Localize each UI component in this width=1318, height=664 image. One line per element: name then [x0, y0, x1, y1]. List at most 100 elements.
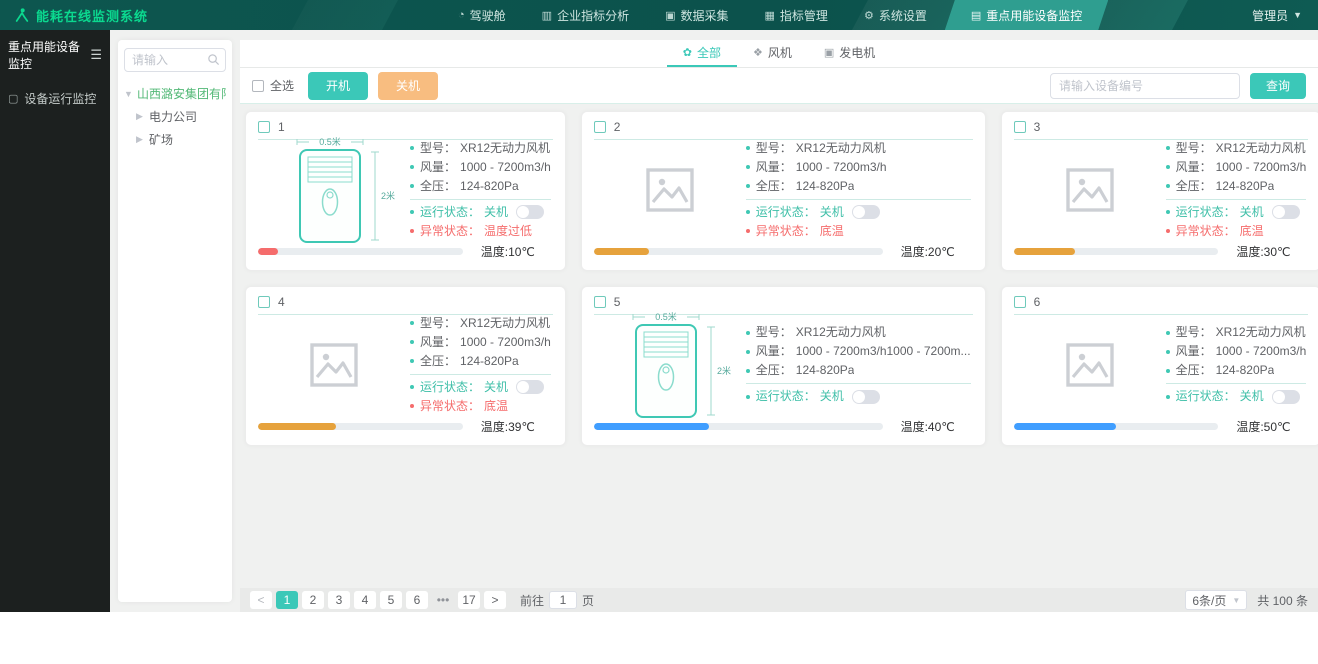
bullet-icon — [410, 359, 414, 363]
tree-node-label: 矿场 — [149, 133, 174, 147]
detail-value: 1000 - 7200m3/h1000 - 7200m... — [795, 344, 971, 358]
device-pressure-row: 全压： 124-820Pa — [410, 352, 551, 371]
device-checkbox[interactable] — [1013, 296, 1026, 308]
goto-page-input[interactable] — [549, 591, 578, 609]
detail-label: 运行状态： — [1175, 389, 1236, 403]
device-checkbox[interactable] — [1013, 121, 1026, 133]
dashboard-icon: ◔ — [458, 9, 465, 21]
device-id: 6 — [1033, 295, 1041, 309]
pager-ellipsis[interactable]: ••• — [432, 591, 454, 609]
tab-label: 风机 — [767, 45, 792, 60]
caret-right-icon: ▶ — [136, 134, 143, 144]
power-on-button[interactable]: 开机 — [308, 71, 369, 100]
page-size-select[interactable]: 6条/页 ▼ — [1185, 590, 1248, 610]
device-monitor-icon: ▢ — [8, 93, 19, 105]
detail-value: 124-820Pa — [460, 178, 519, 193]
tree-node-label: 山西潞安集团有限公司 — [137, 87, 226, 101]
device-card-body: 型号： XR12无动力风机 风量： 1000 - 7200m3/h 全压： 124-820… — [1014, 315, 1309, 414]
detail-label: 风量： — [420, 159, 457, 174]
device-number-input[interactable] — [1049, 72, 1240, 99]
power-off-button[interactable]: 关机 — [378, 71, 439, 100]
tree-node-child-1[interactable]: ▶ 矿场 — [124, 128, 226, 151]
device-type-tabs: ✿ 全部 ❖ 风机 ▣ 发电机 — [240, 40, 1318, 68]
device-pressure-row: 全压： 124-820Pa — [1165, 361, 1307, 380]
temperature-progress-track — [258, 423, 463, 430]
image-placeholder-icon — [1014, 167, 1166, 212]
user-menu[interactable]: 管理员 ▼ — [1252, 7, 1318, 24]
nav-item-data-collection[interactable]: ▣ 数据采集 — [647, 0, 746, 30]
device-card-footer: 温度:39℃ — [258, 418, 553, 435]
tab-generator[interactable]: ▣ 发电机 — [808, 39, 891, 67]
power-toggle[interactable] — [1271, 389, 1300, 404]
pager-next-button[interactable]: > — [484, 591, 506, 609]
device-checkbox[interactable] — [593, 121, 606, 133]
detail-label: 运行状态： — [420, 379, 481, 394]
detail-label: 运行状态： — [755, 389, 816, 403]
detail-label: 型号： — [420, 140, 457, 155]
power-toggle[interactable] — [851, 205, 880, 219]
device-card: 3 型号： XR12无动力风机 风量： 1000 - 7200m3/h 全压： 124-82… — [1000, 111, 1318, 271]
select-all-checkbox[interactable] — [252, 79, 264, 92]
sidebar: 重点用能设备监控 ☰ ▢ 设备运行监控 — [0, 30, 110, 612]
device-checkbox[interactable] — [258, 296, 270, 308]
detail-label: 全压： — [420, 353, 457, 368]
page-size-value: 6条/页 — [1192, 593, 1227, 608]
nav-item-dashboard[interactable]: ◔ 驾驶舱 — [440, 0, 524, 30]
device-checkbox[interactable] — [258, 121, 270, 133]
device-run-status-row: 运行状态： 关机 — [1165, 387, 1307, 406]
power-toggle[interactable] — [851, 389, 880, 404]
sidebar-item-device-monitoring[interactable]: ▢ 设备运行监控 — [0, 82, 110, 115]
bullet-icon — [410, 404, 414, 408]
device-airflow-row: 风量： 1000 - 7200m3/h — [410, 333, 551, 352]
detail-value: 1000 - 7200m3/h — [1215, 159, 1307, 174]
device-card-header: 2 — [593, 120, 973, 140]
pager-page-button[interactable]: 3 — [328, 591, 350, 609]
hamburger-icon[interactable]: ☰ — [90, 47, 102, 63]
power-toggle[interactable] — [1271, 205, 1300, 219]
tree-node-child-0[interactable]: ▶ 电力公司 — [124, 105, 226, 128]
bullet-icon — [745, 349, 750, 354]
device-id: 2 — [613, 120, 621, 134]
power-toggle[interactable] — [516, 380, 545, 394]
detail-value: 124-820Pa — [1215, 363, 1275, 377]
device-id: 1 — [278, 120, 285, 134]
detail-value: XR12无动力风机 — [460, 315, 551, 330]
bullet-icon — [745, 184, 750, 188]
bullet-icon — [745, 229, 750, 233]
pager-page-button[interactable]: 4 — [354, 591, 376, 609]
pager-page-button[interactable]: 2 — [302, 591, 324, 609]
sidebar-item-label: 设备运行监控 — [24, 92, 97, 106]
temperature-progress-track — [593, 423, 883, 430]
chevron-down-icon: ▼ — [1232, 595, 1241, 605]
pager-prev-button[interactable]: < — [250, 591, 272, 609]
bullet-icon — [745, 146, 750, 150]
nav-item-label: 重点用能设备监控 — [986, 8, 1083, 23]
pager-page-button[interactable]: 17 — [458, 591, 480, 609]
nav-item-system-settings[interactable]: ⚙ 系统设置 — [846, 0, 945, 30]
pager-page-button[interactable]: 6 — [406, 591, 428, 609]
detail-label: 异常状态： — [1175, 223, 1236, 238]
tab-all[interactable]: ✿ 全部 — [666, 39, 737, 67]
nav-item-enterprise-analysis[interactable]: ▥ 企业指标分析 — [524, 0, 647, 30]
tree-node-company[interactable]: ▼ 山西潞安集团有限公司 — [124, 82, 226, 105]
device-checkbox[interactable] — [593, 296, 606, 308]
device-card: 6 型号： XR12无动力风机 风量： 1000 - 7200m3/h 全压： 124-82… — [1000, 286, 1318, 446]
nav-item-indicator-management[interactable]: ▦ 指标管理 — [747, 0, 846, 30]
device-details: 型号： XR12无动力风机 风量： 1000 - 7200m3/h 全压： 124-820… — [1165, 323, 1309, 406]
query-button[interactable]: 查询 — [1249, 72, 1306, 99]
temperature-progress-fill — [1013, 423, 1116, 430]
pager-page-button[interactable]: 1 — [276, 591, 298, 609]
select-all-label: 全选 — [270, 79, 295, 93]
bullet-icon — [1165, 394, 1170, 399]
device-airflow-row: 风量： 1000 - 7200m3/h1000 - 7200m... — [745, 342, 971, 361]
tab-fan[interactable]: ❖ 风机 — [737, 39, 808, 67]
detail-value: XR12无动力风机 — [460, 140, 551, 155]
detail-value: 1000 - 7200m3/h — [460, 159, 551, 174]
bullet-icon — [745, 368, 750, 373]
device-card-footer: 温度:20℃ — [593, 243, 973, 260]
temperature-progress-track — [1013, 248, 1219, 255]
nav-item-key-energy-monitoring[interactable]: ▤ 重点用能设备监控 — [945, 0, 1108, 30]
pager-page-button[interactable]: 5 — [380, 591, 402, 609]
power-toggle[interactable] — [516, 205, 545, 219]
device-model-row: 型号： XR12无动力风机 — [1165, 323, 1307, 342]
